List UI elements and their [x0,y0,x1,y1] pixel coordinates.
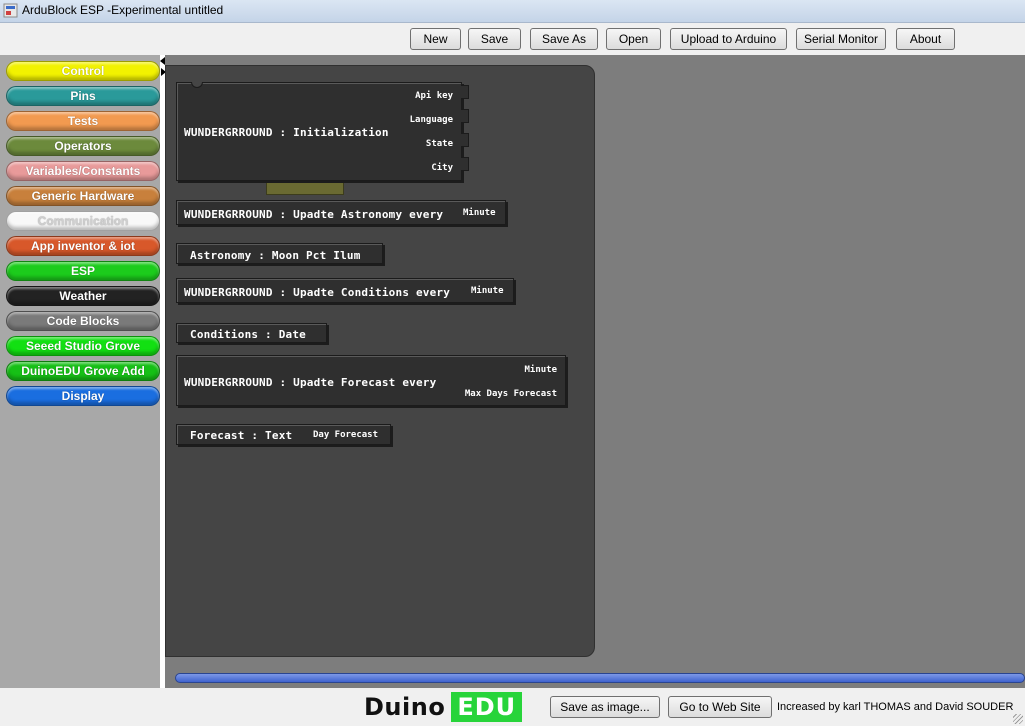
serial-monitor-button[interactable]: Serial Monitor [796,28,886,50]
category-weather[interactable]: Weather [6,286,160,306]
category-generic-hardware[interactable]: Generic Hardware [6,186,160,206]
title-bar: ArduBlock ESP -Experimental untitled [0,0,1025,23]
connector-tab [461,157,469,171]
socket-api-key: Api key [415,91,453,101]
socket-city: City [431,163,453,173]
socket-minute: Minute [471,286,504,296]
save-as-image-button[interactable]: Save as image... [550,696,660,718]
category-app-inventor-iot[interactable]: App inventor & iot [6,236,160,256]
category-communication[interactable]: Communication [6,211,160,231]
socket-minute: Minute [524,365,557,375]
toolbar: New Save Save As Open Upload to Arduino … [0,23,1025,55]
save-as-button[interactable]: Save As [530,28,598,50]
socket-state: State [425,139,453,149]
socket-max-days-forecast: Max Days Forecast [464,389,557,399]
save-button[interactable]: Save [468,28,521,50]
socket-minute: Minute [463,208,496,218]
block-update-forecast[interactable]: WUNDERGRROUND : Upadte Forecast every Mi… [176,355,566,406]
category-variables-constants[interactable]: Variables/Constants [6,161,160,181]
block-label: Forecast : Text [190,429,293,442]
new-button[interactable]: New [410,28,461,50]
window-title: ArduBlock ESP -Experimental untitled [22,3,224,17]
credits-text: Increased by karl THOMAS and David SOUDE… [777,701,1014,713]
block-palette: Control Pins Tests Operators Variables/C… [0,55,162,688]
block-notch-top [191,82,203,88]
category-tests[interactable]: Tests [6,111,160,131]
category-seeed-studio-grove[interactable]: Seeed Studio Grove [6,336,160,356]
block-moon-pct-ilum[interactable]: Astronomy : Moon Pct Ilum [176,243,383,264]
upload-to-arduino-button[interactable]: Upload to Arduino [670,28,787,50]
duinoedu-logo: Duino EDU [364,692,523,722]
block-label: Conditions : Date [190,328,306,341]
about-button[interactable]: About [896,28,955,50]
block-label: Astronomy : Moon Pct Ilum [190,249,361,262]
hidden-block-fragment [266,182,344,195]
category-display[interactable]: Display [6,386,160,406]
block-update-conditions[interactable]: WUNDERGRROUND : Upadte Conditions every … [176,278,514,303]
block-label: WUNDERGRROUND : Upadte Forecast every [184,376,437,389]
connector-tab [461,85,469,99]
category-control[interactable]: Control [6,61,160,81]
connector-tab [461,133,469,147]
category-operators[interactable]: Operators [6,136,160,156]
category-code-blocks[interactable]: Code Blocks [6,311,160,331]
socket-day-forecast: Day Forecast [313,430,379,440]
block-update-astronomy[interactable]: WUNDERGRROUND : Upadte Astronomy every M… [176,200,506,225]
block-forecast-text[interactable]: Forecast : Text Day Forecast [176,424,391,445]
block-conditions-date[interactable]: Conditions : Date [176,323,327,343]
block-wunderground-init[interactable]: WUNDERGRROUND : Initialization Api key L… [176,82,469,181]
app-icon [3,3,18,18]
block-label: WUNDERGRROUND : Upadte Astronomy every [184,208,444,221]
category-pins[interactable]: Pins [6,86,160,106]
block-label: WUNDERGRROUND : Upadte Conditions every [184,286,451,299]
block-label: WUNDERGRROUND : Initialization [184,126,389,139]
category-duinoedu-grove-add[interactable]: DuinoEDU Grove Add [6,361,160,381]
open-button[interactable]: Open [606,28,661,50]
go-to-web-site-button[interactable]: Go to Web Site [668,696,772,718]
resize-grip-icon[interactable] [1013,714,1023,724]
horizontal-scrollbar[interactable] [175,673,1025,683]
socket-language: Language [409,115,453,125]
category-esp[interactable]: ESP [6,261,160,281]
connector-tab [461,109,469,123]
